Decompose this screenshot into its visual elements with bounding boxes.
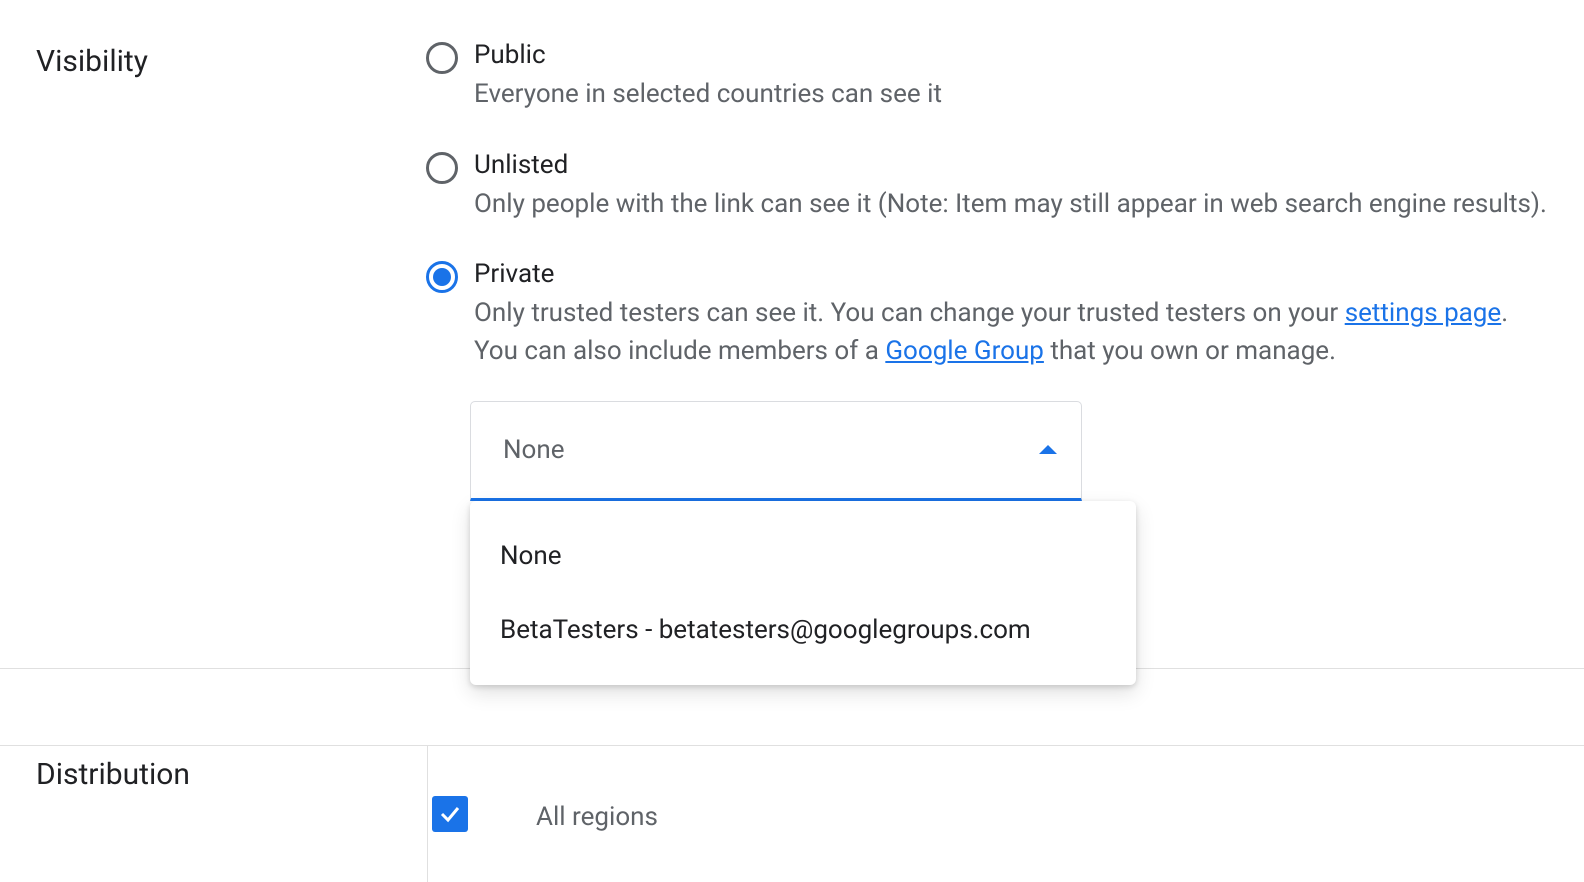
group-dropdown-value: None bbox=[503, 435, 565, 465]
visibility-option-public[interactable]: Public Everyone in selected countries ca… bbox=[426, 40, 1548, 114]
group-dropdown-wrapper: None None BetaTesters - betatesters@goog… bbox=[470, 401, 1082, 501]
private-desc-part4: that you own or manage. bbox=[1044, 336, 1336, 366]
radio-unlisted-title: Unlisted bbox=[474, 150, 1548, 180]
radio-private-desc: Only trusted testers can see it. You can… bbox=[474, 295, 1548, 370]
radio-unlisted-desc: Only people with the link can see it (No… bbox=[474, 186, 1548, 224]
all-regions-label: All regions bbox=[536, 802, 658, 832]
radio-public-desc: Everyone in selected countries can see i… bbox=[474, 76, 1548, 114]
dropdown-option-none[interactable]: None bbox=[470, 519, 1136, 593]
chevron-up-icon bbox=[1039, 445, 1057, 454]
dropdown-option-betatesters[interactable]: BetaTesters - betatesters@googlegroups.c… bbox=[470, 593, 1136, 667]
private-desc-part3: You can also include members of a bbox=[474, 336, 885, 366]
google-group-link[interactable]: Google Group bbox=[885, 336, 1044, 366]
radio-public-title: Public bbox=[474, 40, 1548, 70]
distribution-border bbox=[427, 745, 428, 882]
radio-private-title: Private bbox=[474, 259, 1548, 289]
radio-public-text: Public Everyone in selected countries ca… bbox=[474, 40, 1548, 114]
radio-unlisted[interactable] bbox=[426, 152, 458, 184]
radio-private-text: Private Only trusted testers can see it.… bbox=[474, 259, 1548, 370]
radio-checked-dot-icon bbox=[433, 268, 451, 286]
distribution-label: Distribution bbox=[36, 753, 426, 792]
visibility-section: Visibility Public Everyone in selected c… bbox=[0, 0, 1584, 501]
visibility-option-unlisted[interactable]: Unlisted Only people with the link can s… bbox=[426, 150, 1548, 224]
private-desc-part1: Only trusted testers can see it. You can… bbox=[474, 298, 1345, 328]
visibility-content: Public Everyone in selected countries ca… bbox=[426, 40, 1548, 501]
distribution-section: Distribution bbox=[0, 745, 1584, 792]
radio-public[interactable] bbox=[426, 42, 458, 74]
settings-page-link[interactable]: settings page bbox=[1345, 298, 1502, 328]
private-desc-part2: . bbox=[1501, 298, 1508, 328]
radio-unlisted-text: Unlisted Only people with the link can s… bbox=[474, 150, 1548, 224]
visibility-option-private[interactable]: Private Only trusted testers can see it.… bbox=[426, 259, 1548, 370]
group-dropdown[interactable]: None bbox=[470, 401, 1082, 501]
group-dropdown-menu: None BetaTesters - betatesters@googlegro… bbox=[470, 501, 1136, 685]
checkmark-icon bbox=[438, 802, 462, 826]
all-regions-checkbox[interactable] bbox=[432, 796, 468, 832]
radio-private[interactable] bbox=[426, 261, 458, 293]
visibility-label: Visibility bbox=[36, 40, 426, 501]
